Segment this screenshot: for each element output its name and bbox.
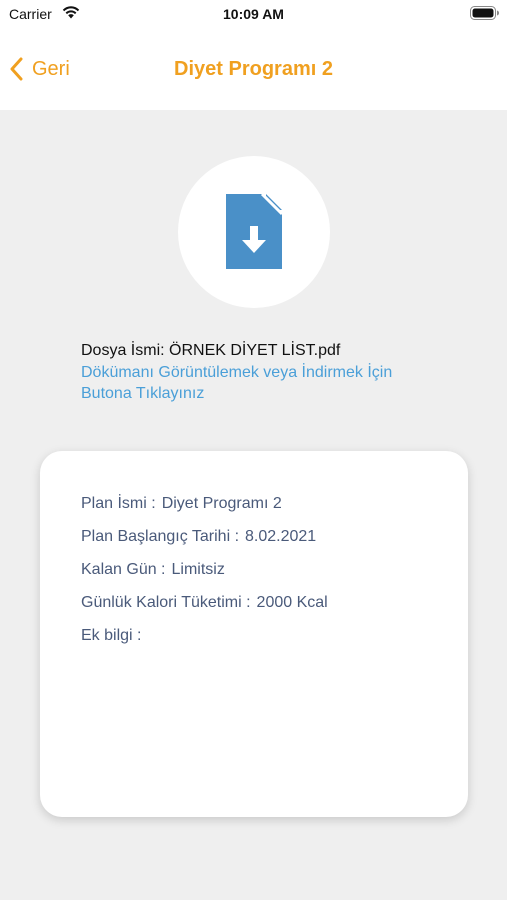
remaining-days-label: Kalan Gün : — [81, 561, 166, 578]
daily-calorie-label: Günlük Kalori Tüketimi : — [81, 594, 251, 611]
daily-calorie-row: Günlük Kalori Tüketimi : 2000 Kcal — [81, 594, 328, 612]
plan-name-value: Diyet Programı 2 — [161, 495, 282, 512]
plan-start-row: Plan Başlangıç Tarihi : 8.02.2021 — [81, 528, 316, 546]
battery-icon — [470, 6, 499, 20]
navigation-bar: Geri Diyet Programı 2 — [0, 28, 507, 110]
file-download-icon — [226, 194, 282, 269]
extra-info-label: Ek bilgi : — [81, 627, 142, 644]
page-title: Diyet Programı 2 — [174, 58, 333, 80]
plan-info-card: Plan İsmi : Diyet Programı 2 Plan Başlang… — [40, 451, 468, 817]
status-time: 10:09 AM — [223, 6, 284, 22]
remaining-days-row: Kalan Gün : Limitsiz — [81, 561, 225, 579]
file-name-label: Dosya İsmi: ÖRNEK DİYET LİST.pdf — [81, 342, 341, 359]
plan-name-row: Plan İsmi : Diyet Programı 2 — [81, 495, 282, 513]
daily-calorie-value: 2000 Kcal — [256, 594, 328, 611]
document-download-button[interactable] — [178, 156, 330, 308]
remaining-days-value: Limitsiz — [171, 561, 225, 578]
plan-name-label: Plan İsmi : — [81, 495, 156, 512]
extra-info-row: Ek bilgi : — [81, 627, 147, 645]
view-download-link[interactable]: Dökümanı Görüntülemek veya İndirmek İçin… — [81, 362, 441, 404]
status-bar: Carrier 10:09 AM — [0, 0, 507, 28]
plan-start-label: Plan Başlangıç Tarihi : — [81, 528, 240, 545]
plan-start-value: 8.02.2021 — [245, 528, 317, 545]
